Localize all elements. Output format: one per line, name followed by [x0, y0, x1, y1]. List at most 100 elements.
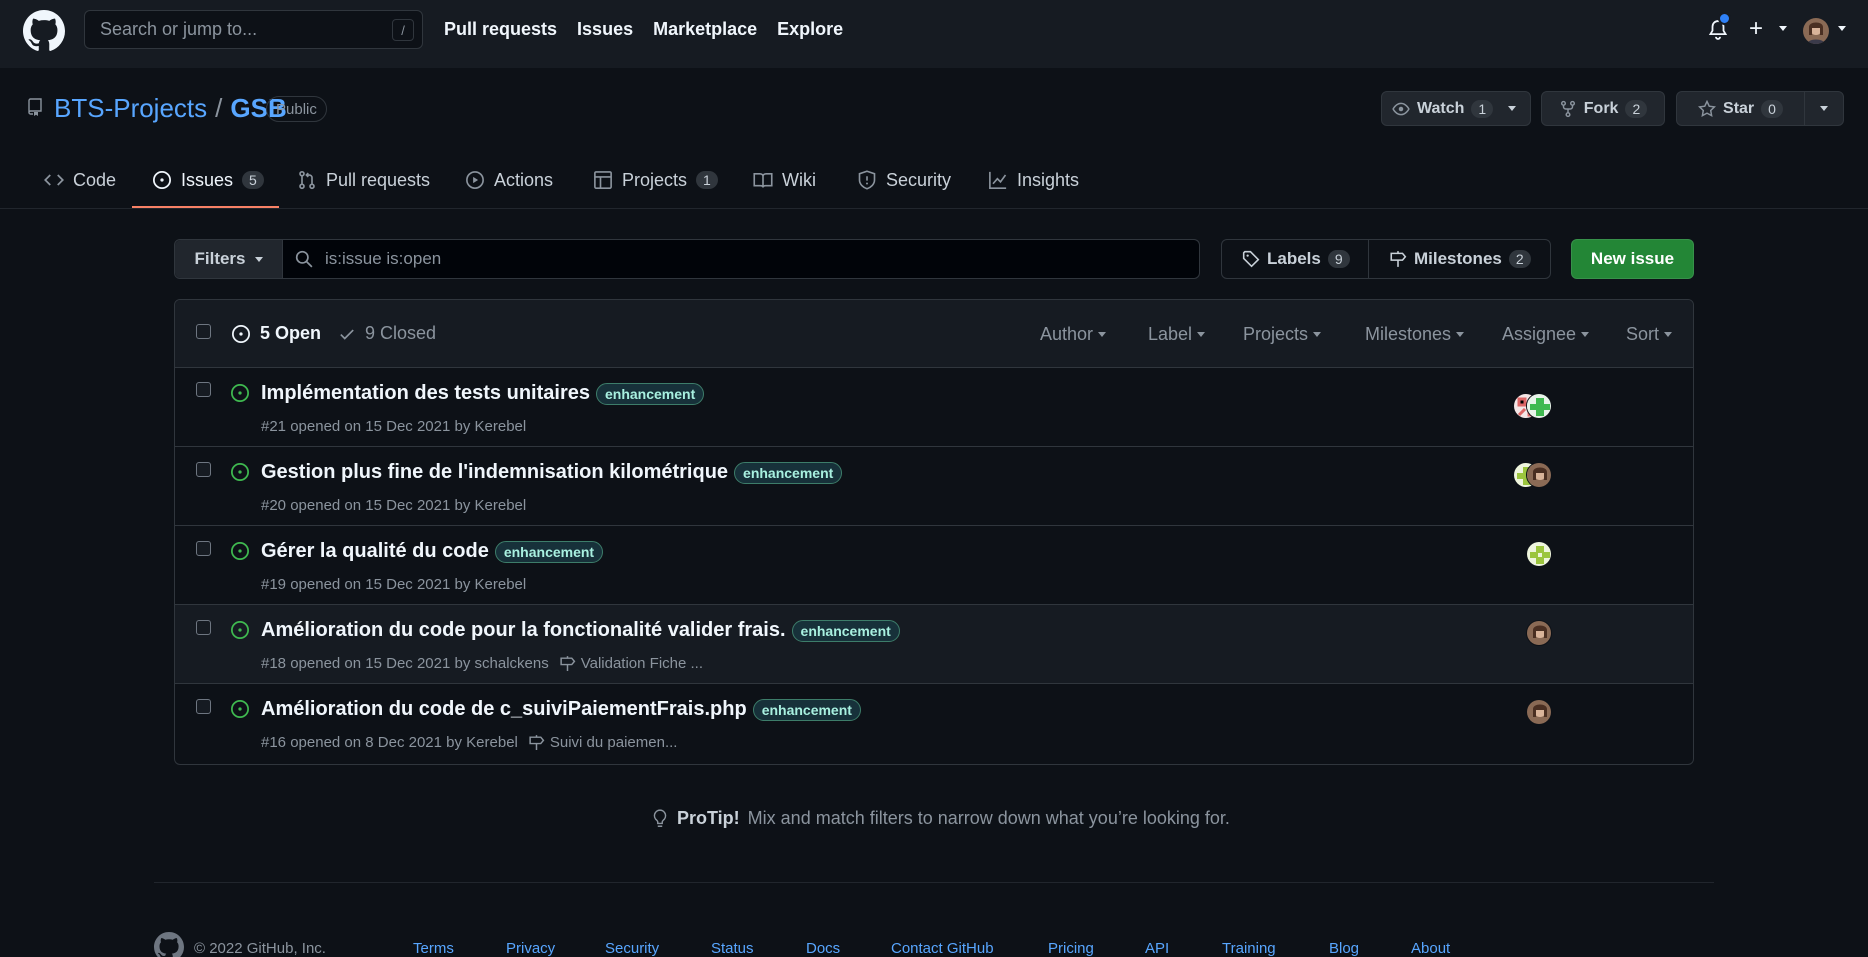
star-button[interactable]: Star 0 — [1676, 91, 1844, 126]
assignee-avatar[interactable] — [1526, 699, 1552, 725]
watch-button[interactable]: Watch 1 — [1381, 91, 1531, 126]
milestones-filter[interactable]: Milestones — [1365, 324, 1465, 345]
footer-link-terms[interactable]: Terms — [413, 940, 454, 957]
create-new-icon[interactable]: + — [1749, 17, 1763, 41]
issue-meta: #20 opened on 15 Dec 2021 by Kerebel — [261, 497, 526, 514]
chevron-down-icon — [1664, 332, 1673, 337]
issue-checkbox[interactable] — [196, 699, 211, 714]
fork-icon — [1560, 100, 1575, 117]
tab-security[interactable]: Security — [857, 152, 951, 208]
issue-label[interactable]: enhancement — [734, 461, 843, 484]
global-search-input[interactable]: Search or jump to... / — [84, 10, 423, 49]
issue-title-link[interactable]: Gestion plus fine de l'indemnisation kil… — [261, 461, 728, 484]
graph-icon — [989, 171, 1007, 189]
assignee-avatar[interactable] — [1526, 462, 1552, 488]
issue-title-link[interactable]: Implémentation des tests unitaires — [261, 382, 590, 405]
repo-owner-link[interactable]: BTS-Projects — [54, 93, 207, 124]
chevron-down-icon[interactable] — [1779, 26, 1787, 31]
issue-checkbox[interactable] — [196, 541, 211, 556]
tab-actions[interactable]: Actions — [465, 152, 553, 208]
assignee-avatar[interactable] — [1526, 620, 1552, 646]
filters-dropdown-button[interactable]: Filters — [175, 240, 283, 278]
footer-link-about[interactable]: About — [1411, 940, 1450, 957]
issue-opened-icon — [153, 171, 171, 189]
chevron-down-icon — [1313, 332, 1322, 337]
tag-icon — [1242, 250, 1260, 268]
issue-title-group: Gestion plus fine de l'indemnisation kil… — [261, 461, 843, 484]
tab-insights[interactable]: Insights — [988, 152, 1079, 208]
footer-link-pricing[interactable]: Pricing — [1048, 940, 1094, 957]
issue-title-group: Amélioration du code de c_suiviPaiementF… — [261, 698, 861, 721]
star-list-dropdown[interactable] — [1804, 92, 1843, 125]
notification-dot — [1718, 12, 1731, 25]
issue-checkbox[interactable] — [196, 620, 211, 635]
footer-link-blog[interactable]: Blog — [1329, 940, 1359, 957]
watch-label: Watch — [1417, 99, 1465, 117]
projects-filter[interactable]: Projects — [1243, 324, 1322, 345]
global-search-placeholder: Search or jump to... — [100, 19, 258, 39]
issue-opened-by: #19 opened on 15 Dec 2021 by Kerebel — [261, 576, 527, 593]
issue-title-link[interactable]: Amélioration du code pour la fonctionali… — [261, 619, 786, 642]
label-filter[interactable]: Label — [1148, 324, 1206, 345]
issue-label[interactable]: enhancement — [752, 698, 861, 721]
issue-row[interactable]: Implémentation des tests unitaires enhan… — [175, 368, 1693, 447]
tab-code[interactable]: Code — [44, 152, 116, 208]
issues-list-header: 5 Open 9 Closed Author Label Projects Mi… — [175, 300, 1693, 368]
issue-label[interactable]: enhancement — [791, 619, 900, 642]
chevron-down-icon — [254, 256, 263, 262]
tab-issues[interactable]: Issues 5 — [152, 152, 264, 208]
issue-title-link[interactable]: Amélioration du code de c_suiviPaiementF… — [261, 698, 747, 721]
fork-button[interactable]: Fork 2 — [1541, 91, 1665, 126]
nav-pull-requests[interactable]: Pull requests — [444, 19, 557, 40]
issue-label[interactable]: enhancement — [595, 382, 705, 405]
tab-projects[interactable]: Projects 1 — [593, 152, 718, 208]
user-avatar[interactable] — [1803, 18, 1829, 44]
assignee-filter[interactable]: Assignee — [1502, 324, 1590, 345]
footer-link-training[interactable]: Training — [1222, 940, 1276, 957]
issue-opened-icon — [231, 542, 249, 560]
issue-row[interactable]: Gérer la qualité du code enhancement #19… — [175, 526, 1693, 605]
issue-opened-icon — [231, 621, 249, 639]
issue-milestone-link[interactable]: Suivi du paiemen... — [528, 734, 677, 751]
footer-link-docs[interactable]: Docs — [806, 940, 840, 957]
footer-link-status[interactable]: Status — [711, 940, 754, 957]
issue-row[interactable]: Gestion plus fine de l'indemnisation kil… — [175, 447, 1693, 526]
milestones-button[interactable]: Milestones 2 — [1368, 240, 1550, 278]
footer-link-contact[interactable]: Contact GitHub — [891, 940, 994, 957]
github-logo-icon[interactable] — [23, 10, 65, 52]
issue-title-link[interactable]: Gérer la qualité du code — [261, 540, 489, 563]
tab-wiki[interactable]: Wiki — [753, 152, 816, 208]
issue-milestone-link[interactable]: Validation Fiche ... — [559, 655, 703, 672]
open-issues-toggle[interactable]: 5 Open — [231, 323, 321, 344]
nav-explore[interactable]: Explore — [777, 19, 843, 40]
tab-pull-requests[interactable]: Pull requests — [297, 152, 430, 208]
select-all-checkbox[interactable] — [196, 324, 211, 339]
closed-issues-toggle[interactable]: 9 Closed — [338, 323, 436, 344]
issue-row[interactable]: Amélioration du code pour la fonctionali… — [175, 605, 1693, 684]
protip-text: Mix and match filters to narrow down wha… — [747, 808, 1230, 828]
sort-filter[interactable]: Sort — [1626, 324, 1673, 345]
star-count: 0 — [1761, 99, 1783, 118]
author-filter[interactable]: Author — [1040, 324, 1107, 345]
issue-opened-by: #21 opened on 15 Dec 2021 by Kerebel — [261, 418, 527, 435]
issue-opened-by: #16 opened on 8 Dec 2021 by Kerebel — [261, 734, 518, 751]
issue-checkbox[interactable] — [196, 462, 211, 477]
issue-row[interactable]: Amélioration du code de c_suiviPaiementF… — [175, 684, 1693, 763]
issue-label[interactable]: enhancement — [494, 540, 604, 563]
labels-button[interactable]: Labels 9 — [1222, 240, 1368, 278]
nav-marketplace[interactable]: Marketplace — [653, 19, 757, 40]
issue-checkbox[interactable] — [196, 382, 211, 397]
milestone-icon — [1390, 251, 1407, 267]
issue-search-input[interactable]: is:issue is:open — [283, 240, 1199, 278]
footer-link-privacy[interactable]: Privacy — [506, 940, 555, 957]
new-issue-button[interactable]: New issue — [1571, 239, 1694, 279]
issue-opened-icon — [232, 324, 250, 343]
assignee-avatar[interactable] — [1526, 541, 1552, 567]
chevron-down-icon[interactable] — [1838, 26, 1846, 31]
github-mark-icon[interactable] — [154, 932, 184, 957]
global-header: Search or jump to... / Pull requests Iss… — [0, 0, 1868, 68]
nav-issues[interactable]: Issues — [577, 19, 633, 40]
footer-link-api[interactable]: API — [1145, 940, 1169, 957]
footer-link-security[interactable]: Security — [605, 940, 659, 957]
assignee-avatar[interactable] — [1526, 393, 1552, 419]
